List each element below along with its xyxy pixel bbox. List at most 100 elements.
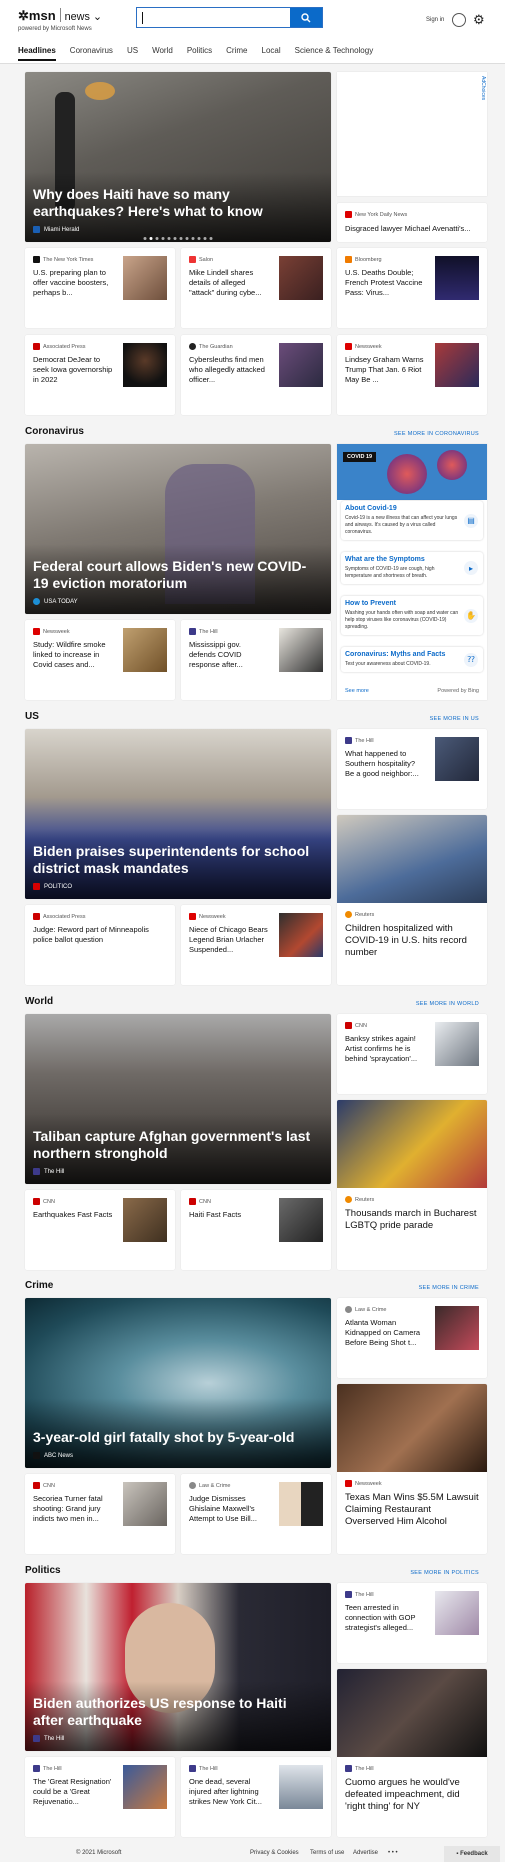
privacy-link[interactable]: Privacy & Cookies [250, 1850, 299, 1856]
article-thumbnail [123, 1198, 167, 1242]
search-button[interactable] [290, 8, 322, 27]
article-thumbnail [435, 1591, 479, 1635]
hero-card[interactable]: Biden authorizes US response to Haiti af… [25, 1583, 331, 1751]
source-label: The New York Times [43, 256, 94, 263]
article-title: What happened to Southern hospitality? B… [345, 749, 419, 778]
see-more-world-link[interactable]: SEE MORE IN WORLD [416, 1001, 479, 1007]
feedback-label: Feedback [460, 1851, 488, 1857]
article-card[interactable]: Bloomberg U.S. Deaths Double; French Pro… [337, 248, 487, 328]
tab-local[interactable]: Local [262, 46, 281, 55]
source-label: Associated Press [43, 343, 86, 350]
article-card[interactable]: The Hill The 'Great Resignation' could b… [25, 1757, 175, 1837]
hero-card[interactable]: 3-year-old girl fatally shot by 5-year-o… [25, 1298, 331, 1468]
covid-item-about[interactable]: About Covid-19 Covid-19 is a new illness … [341, 501, 483, 540]
source-label: The Hill [355, 737, 374, 744]
covid-item-symptoms[interactable]: What are the Symptoms Symptoms of COVID-1… [341, 552, 483, 584]
advertise-link[interactable]: Advertise [353, 1850, 378, 1856]
side-article-card[interactable]: Law & Crime Atlanta Woman Kidnapped on C… [337, 1298, 487, 1378]
article-card[interactable]: The Hill Mississippi gov. defends COVID … [181, 620, 331, 700]
sign-in-link[interactable]: Sign in [426, 17, 444, 23]
article-title: Children hospitalized with COVID-19 in U… [345, 923, 467, 958]
source-logo-icon [33, 226, 40, 233]
terms-link[interactable]: Terms of use [310, 1850, 344, 1856]
tab-world[interactable]: World [152, 46, 173, 55]
hero-card[interactable]: Federal court allows Biden's new COVID-1… [25, 444, 331, 614]
header: ✲msn news ⌄ powered by Microsoft News Sig… [0, 0, 505, 64]
hero-card[interactable]: Why does Haiti have so many earthquakes?… [25, 72, 331, 242]
article-title: The 'Great Resignation' could be a 'Grea… [33, 1777, 112, 1806]
article-card[interactable]: The Guardian Cybersleuths find men who a… [181, 335, 331, 415]
side-article-card[interactable]: New York Daily News Disgraced lawyer Mic… [337, 203, 487, 242]
big-article-card[interactable]: Reuters Children hospitalized with COVID… [337, 815, 487, 985]
big-article-card[interactable]: The Hill Cuomo argues he would've defeat… [337, 1669, 487, 1837]
article-thumbnail [279, 1198, 323, 1242]
see-more-crime-link[interactable]: SEE MORE IN CRIME [419, 1285, 479, 1291]
article-card[interactable]: CNN Haiti Fast Facts [181, 1190, 331, 1270]
symptoms-icon: ▸ [464, 561, 478, 575]
tab-crime[interactable]: Crime [226, 46, 247, 55]
msn-logo[interactable]: ✲msn news ⌄ [18, 8, 102, 24]
see-more-us-link[interactable]: SEE MORE IN US [430, 716, 479, 722]
hero-card[interactable]: Taliban capture Afghan government's last… [25, 1014, 331, 1184]
tab-politics[interactable]: Politics [187, 46, 212, 55]
article-thumbnail [279, 343, 323, 387]
hero-source: Miami Herald [44, 226, 80, 233]
side-article-card[interactable]: CNN Banksy strikes again! Artist confirm… [337, 1014, 487, 1094]
carousel-dots[interactable] [143, 237, 213, 240]
article-card[interactable]: The Hill One dead, several injured after… [181, 1757, 331, 1837]
article-image [337, 815, 487, 903]
big-article-card[interactable]: Newsweek Texas Man Wins $5.5M Lawsuit Cl… [337, 1384, 487, 1554]
section-heading-coronavirus: Coronavirus [25, 426, 84, 437]
powered-by: powered by Microsoft News [18, 26, 92, 32]
source-label: Reuters [355, 911, 375, 918]
side-article-card[interactable]: The Hill What happened to Southern hospi… [337, 729, 487, 809]
ad-slot[interactable]: AdChoices [337, 72, 487, 196]
avatar-icon[interactable] [452, 13, 466, 27]
gear-icon[interactable]: ⚙ [473, 12, 485, 28]
section-heading-us: US [25, 711, 39, 722]
article-card[interactable]: Salon Mike Lindell shares details of all… [181, 248, 331, 328]
tab-coronavirus[interactable]: Coronavirus [70, 46, 113, 55]
article-image [337, 1669, 487, 1757]
article-card[interactable]: CNN Earthquakes Fast Facts [25, 1190, 175, 1270]
see-more-politics-link[interactable]: SEE MORE IN POLITICS [410, 1570, 479, 1576]
article-card[interactable]: Newsweek Niece of Chicago Bears Legend B… [181, 905, 331, 985]
source-logo-icon [189, 1482, 196, 1489]
product-text: news [64, 11, 90, 23]
article-card[interactable]: The New York Times U.S. preparing plan t… [25, 248, 175, 328]
article-thumbnail [123, 256, 167, 300]
article-thumbnail [435, 256, 479, 300]
article-title: Earthquakes Fast Facts [33, 1210, 113, 1219]
covid-item-myths[interactable]: Coronavirus: Myths and Facts Test your aw… [341, 647, 483, 672]
source-logo-icon [345, 1022, 352, 1029]
article-card[interactable]: Law & Crime Judge Dismisses Ghislaine Ma… [181, 1474, 331, 1554]
article-card[interactable]: Associated Press Judge: Reword part of M… [25, 905, 175, 985]
feedback-button[interactable]: ▪ Feedback [444, 1846, 500, 1862]
source-label: CNN [355, 1022, 367, 1029]
article-card[interactable]: Newsweek Study: Wildfire smoke linked to… [25, 620, 175, 700]
article-title: Thousands march in Bucharest LGBTQ pride… [345, 1208, 477, 1231]
hero-card[interactable]: Biden praises superintendents for school… [25, 729, 331, 899]
source-label: Law & Crime [355, 1306, 387, 1313]
tab-headlines[interactable]: Headlines [18, 46, 56, 61]
more-link[interactable]: • • • [388, 1850, 398, 1856]
adchoices-link[interactable]: AdChoices [480, 76, 486, 100]
big-article-card[interactable]: Reuters Thousands march in Bucharest LGB… [337, 1100, 487, 1270]
source-label: CNN [43, 1482, 55, 1489]
article-title: Lindsey Graham Warns Trump That Jan. 6 R… [345, 355, 424, 384]
see-more-coronavirus-link[interactable]: SEE MORE IN CORONAVIRUS [394, 431, 479, 437]
article-card[interactable]: CNN Secoriea Turner fatal shooting: Gran… [25, 1474, 175, 1554]
article-thumbnail [435, 1022, 479, 1066]
covid-item-prevent[interactable]: How to Prevent Washing your hands often w… [341, 596, 483, 635]
source-label: Newsweek [199, 913, 226, 920]
article-card[interactable]: Newsweek Lindsey Graham Warns Trump That… [337, 335, 487, 415]
hero-source: POLITICO [44, 883, 73, 890]
search-input[interactable] [136, 7, 323, 28]
tab-us[interactable]: US [127, 46, 138, 55]
covid-see-more-link[interactable]: See more [345, 688, 369, 694]
source-label: The Hill [43, 1765, 62, 1772]
article-card[interactable]: Associated Press Democrat DeJear to seek… [25, 335, 175, 415]
side-article-card[interactable]: The Hill Teen arrested in connection wit… [337, 1583, 487, 1663]
brand-text: msn [28, 8, 56, 23]
tab-science-technology[interactable]: Science & Technology [295, 46, 374, 55]
